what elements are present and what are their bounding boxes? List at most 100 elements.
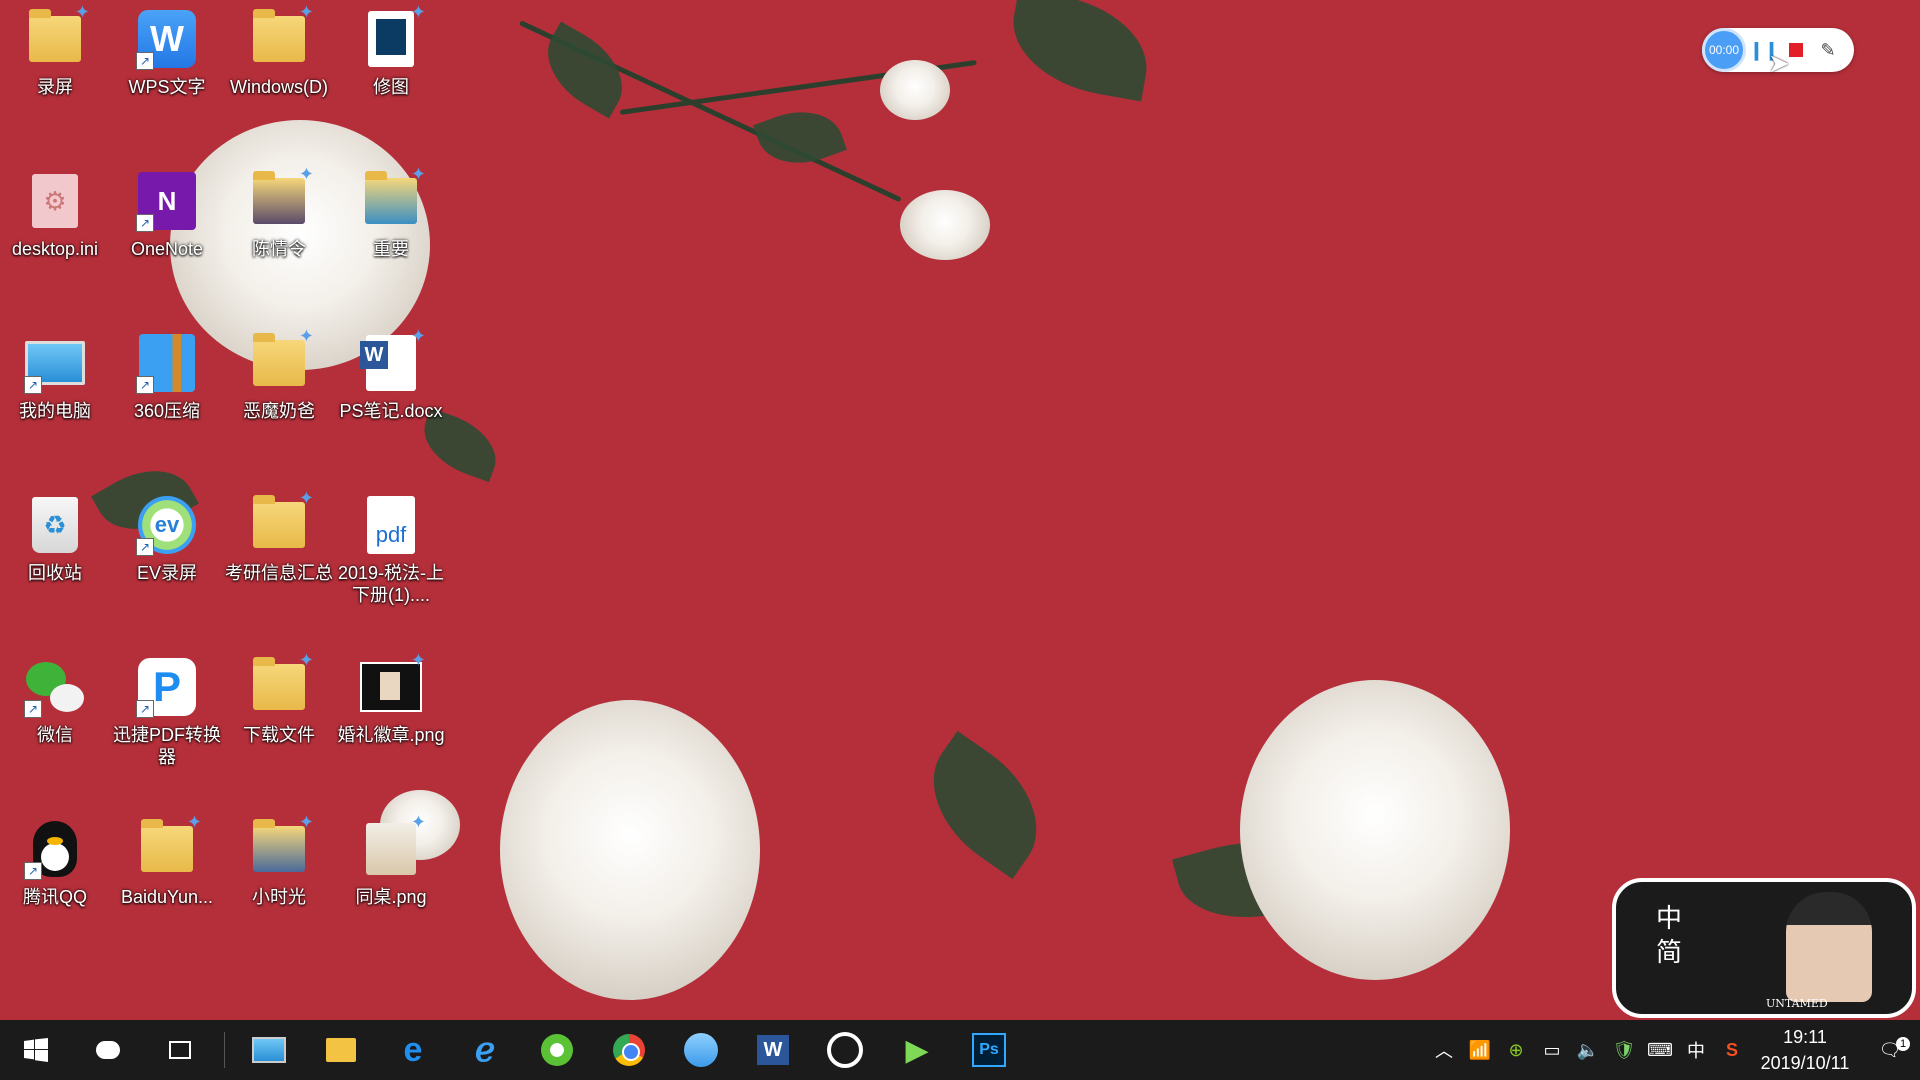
qq-penguin-icon: ↗ bbox=[24, 818, 86, 880]
task-view-button[interactable] bbox=[144, 1020, 216, 1080]
input-method-button[interactable]: 中 bbox=[1678, 1037, 1714, 1063]
touch-keyboard-button[interactable]: ⌨ bbox=[1642, 1040, 1678, 1061]
tray-app-button[interactable]: ⊕ bbox=[1498, 1040, 1534, 1061]
desktop-icon-windows-d[interactable]: ✦ Windows(D) bbox=[224, 2, 334, 98]
desktop-icon-360zip[interactable]: ↗ 360压缩 bbox=[112, 332, 222, 422]
settings-file-icon: ⚙ bbox=[24, 170, 86, 232]
desktop-icon-kaoyan[interactable]: ✦ 考研信息汇总 bbox=[224, 488, 334, 584]
icon-label: 我的电脑 bbox=[19, 401, 91, 421]
icon-label: 陈情令 bbox=[252, 239, 306, 259]
photoshop-file-icon: ✦ bbox=[360, 2, 426, 70]
security-button[interactable]: 🛡 bbox=[1606, 1040, 1642, 1061]
taskbar-app-ie[interactable]: ℯ bbox=[449, 1020, 521, 1080]
wechat-icon: ↗ bbox=[24, 656, 86, 718]
computer-icon: ↗ bbox=[24, 332, 86, 394]
taskbar-app-photoshop[interactable]: Ps bbox=[953, 1020, 1025, 1080]
folder-icon: ✦ bbox=[248, 2, 314, 70]
wps-writer-icon: W ↗ bbox=[136, 8, 198, 70]
desktop-icon-xiaoshiguang[interactable]: ✦ 小时光 bbox=[224, 812, 334, 908]
desktop-icon-onenote[interactable]: N ↗ OneNote bbox=[112, 170, 222, 260]
keyboard-icon: ⌨ bbox=[1647, 1039, 1673, 1060]
widget-portrait bbox=[1786, 892, 1872, 1002]
cortana-icon bbox=[96, 1041, 120, 1059]
volume-button[interactable]: 🔈 bbox=[1570, 1040, 1606, 1061]
ev-recorder-icon: ev ↗ bbox=[136, 494, 198, 556]
taskbar-app-video-player[interactable]: ▶ bbox=[881, 1020, 953, 1080]
desktop-widget[interactable]: 中 简 UNTAMED bbox=[1612, 878, 1916, 1018]
taskbar-app-word[interactable]: W bbox=[737, 1020, 809, 1080]
show-hidden-icons-button[interactable]: ︿ bbox=[1426, 1037, 1462, 1063]
desktop-icon-baiduyun[interactable]: ✦ BaiduYun... bbox=[112, 812, 222, 908]
recycle-bin-icon: ♻ bbox=[24, 494, 86, 556]
cortana-button[interactable] bbox=[72, 1020, 144, 1080]
desktop-icon-recycle-bin[interactable]: ♻ 回收站 bbox=[0, 494, 110, 584]
taskbar-app-music[interactable] bbox=[809, 1020, 881, 1080]
sogou-input-button[interactable]: S bbox=[1714, 1040, 1750, 1061]
pen-icon: ✎ bbox=[1820, 39, 1836, 60]
wallpaper-rose bbox=[1240, 680, 1510, 980]
pen-button[interactable]: ✎ bbox=[1814, 36, 1842, 64]
image-file-icon: ✦ bbox=[360, 650, 426, 718]
icon-label: 腾讯QQ bbox=[22, 887, 87, 907]
icon-label: 迅捷PDF转换器 bbox=[113, 725, 221, 767]
desktop-icon-wechat[interactable]: ↗ 微信 bbox=[0, 656, 110, 746]
taskbar-app-chrome[interactable] bbox=[593, 1020, 665, 1080]
clock-time: 19:11 bbox=[1783, 1027, 1827, 1047]
desktop-icon-qq[interactable]: ↗ 腾讯QQ bbox=[0, 818, 110, 908]
folder-icon: ✦ bbox=[248, 812, 314, 880]
folder-icon: ✦ bbox=[360, 164, 426, 232]
recording-timer: 00:00 bbox=[1702, 28, 1746, 72]
icon-label: 下载文件 bbox=[243, 725, 315, 745]
desktop-icon-desktop-ini[interactable]: ⚙ desktop.ini bbox=[0, 170, 110, 260]
widget-calligraphy: 中 简 bbox=[1656, 904, 1683, 968]
icon-label: 修图 bbox=[373, 77, 409, 97]
desktop-icon-pdf-converter[interactable]: P ↗ 迅捷PDF转换器 bbox=[112, 656, 222, 768]
pdf-file-icon: pdf bbox=[360, 494, 422, 556]
taskbar-app-computer[interactable] bbox=[233, 1020, 305, 1080]
taskbar-app-file-explorer[interactable] bbox=[305, 1020, 377, 1080]
edge-icon: e bbox=[403, 1030, 423, 1069]
stop-icon bbox=[1789, 43, 1803, 57]
music-player-icon bbox=[827, 1032, 863, 1068]
desktop-icon-chenqingling[interactable]: ✦ 陈情令 bbox=[224, 164, 334, 260]
desktop-icon-wedding-badge[interactable]: ✦ 婚礼徽章.png bbox=[336, 650, 446, 746]
clock-button[interactable]: 19:11 2019/10/11 bbox=[1750, 1024, 1860, 1076]
desktop-icon-tax-law-pdf[interactable]: pdf 2019-税法-上下册(1).... bbox=[336, 494, 446, 606]
task-view-icon bbox=[169, 1041, 191, 1059]
plus-circle-icon: ⊕ bbox=[1508, 1039, 1524, 1060]
volume-icon: 🔈 bbox=[1576, 1039, 1600, 1060]
folder-icon: ✦ bbox=[24, 2, 90, 70]
battery-icon: ▭ bbox=[1543, 1039, 1561, 1060]
pdf-converter-icon: P ↗ bbox=[136, 656, 198, 718]
desktop-icon-tongzhuo[interactable]: ✦ 同桌.png bbox=[336, 812, 446, 908]
onenote-icon: N ↗ bbox=[136, 170, 198, 232]
wifi-icon: 📶 bbox=[1468, 1039, 1492, 1060]
clock-date: 2019/10/11 bbox=[1760, 1053, 1850, 1073]
icon-label: 小时光 bbox=[252, 887, 306, 907]
start-button[interactable] bbox=[0, 1020, 72, 1080]
icon-label: 考研信息汇总 bbox=[225, 563, 333, 583]
desktop-icon-ps-notes[interactable]: W ✦ PS笔记.docx bbox=[336, 326, 446, 422]
taskbar-app-360-browser[interactable] bbox=[521, 1020, 593, 1080]
desktop-icon-ev-recorder[interactable]: ev ↗ EV录屏 bbox=[112, 494, 222, 584]
desktop-icon-wps[interactable]: W ↗ WPS文字 bbox=[112, 8, 222, 98]
icon-label: BaiduYun... bbox=[120, 887, 214, 907]
battery-button[interactable]: ▭ bbox=[1534, 1040, 1570, 1061]
wallpaper-rose bbox=[900, 190, 990, 260]
desktop-icon-luping[interactable]: ✦ 录屏 bbox=[0, 2, 110, 98]
desktop-icon-my-computer[interactable]: ↗ 我的电脑 bbox=[0, 332, 110, 422]
play-icon: ▶ bbox=[905, 1033, 929, 1067]
desktop-icon-downloads[interactable]: ✦ 下载文件 bbox=[224, 650, 334, 746]
taskbar-app-cloud[interactable] bbox=[665, 1020, 737, 1080]
folder-icon: ✦ bbox=[248, 650, 314, 718]
wallpaper-leaf bbox=[905, 730, 1065, 880]
desktop-icon-xiutu[interactable]: ✦ 修图 bbox=[336, 2, 446, 98]
network-button[interactable]: 📶 bbox=[1462, 1040, 1498, 1061]
desktop-icon-important[interactable]: ✦ 重要 bbox=[336, 164, 446, 260]
browser-icon bbox=[541, 1034, 573, 1066]
action-center-button[interactable]: 🗨 1 bbox=[1860, 1036, 1920, 1061]
taskbar-app-edge[interactable]: e bbox=[377, 1020, 449, 1080]
wallpaper-leaf bbox=[1003, 0, 1157, 102]
shield-icon: 🛡 bbox=[1612, 1039, 1636, 1060]
desktop-icon-despicable-me[interactable]: ✦ 恶魔奶爸 bbox=[224, 326, 334, 422]
